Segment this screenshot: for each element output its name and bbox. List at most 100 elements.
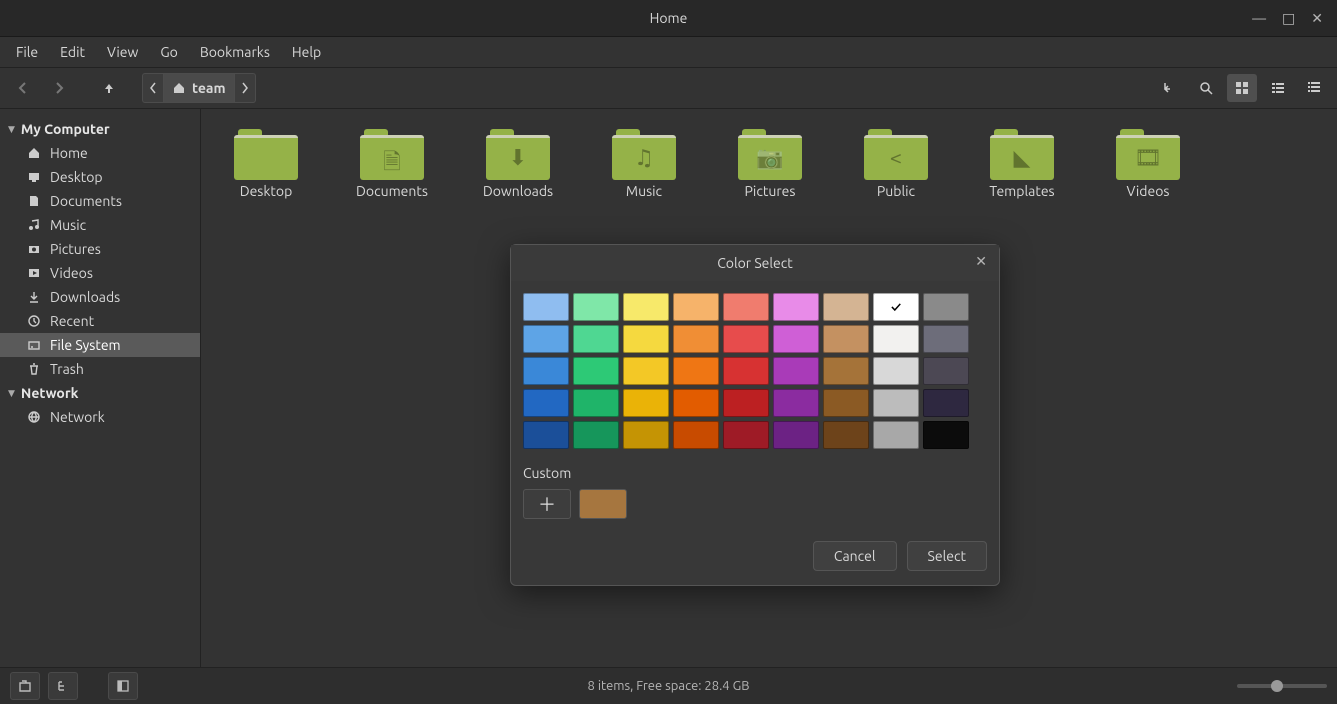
cancel-button[interactable]: Cancel (813, 541, 897, 571)
color-swatch[interactable] (873, 421, 919, 449)
color-swatch[interactable] (623, 389, 669, 417)
path-prev-button[interactable] (143, 74, 164, 102)
sidebar-item-label: Music (50, 217, 86, 233)
sidebar-header-mycomputer[interactable]: ▼ My Computer (0, 117, 200, 141)
compact-view-button[interactable] (1299, 74, 1329, 102)
minimize-button[interactable]: — (1252, 10, 1266, 26)
folder-desktop[interactable]: Desktop (219, 129, 313, 199)
color-swatch[interactable] (573, 357, 619, 385)
color-swatch[interactable] (523, 293, 569, 321)
color-swatch[interactable] (823, 421, 869, 449)
folder-downloads[interactable]: ⬇Downloads (471, 129, 565, 199)
sidebar-item-trash[interactable]: Trash (0, 357, 200, 381)
sidebar-item-pictures[interactable]: Pictures (0, 237, 200, 261)
color-swatch[interactable] (873, 357, 919, 385)
color-swatch[interactable] (523, 357, 569, 385)
folder-music[interactable]: ♫Music (597, 129, 691, 199)
folder-videos[interactable]: 🎞Videos (1101, 129, 1195, 199)
select-button[interactable]: Select (907, 541, 987, 571)
color-swatch[interactable] (823, 325, 869, 353)
color-swatch[interactable] (623, 421, 669, 449)
sidebar-item-filesystem[interactable]: File System (0, 333, 200, 357)
color-swatch[interactable] (773, 357, 819, 385)
maximize-button[interactable]: □ (1282, 10, 1295, 27)
folder-templates[interactable]: ◣Templates (975, 129, 1069, 199)
path-next-button[interactable] (235, 74, 255, 102)
sidebar-item-network[interactable]: Network (0, 405, 200, 429)
sidebar-item-home[interactable]: Home (0, 141, 200, 165)
menu-edit[interactable]: Edit (50, 40, 95, 64)
custom-color-swatch[interactable] (579, 489, 627, 519)
color-swatch[interactable] (823, 357, 869, 385)
folder-documents[interactable]: 🗎Documents (345, 129, 439, 199)
color-swatch[interactable] (923, 325, 969, 353)
menu-view[interactable]: View (97, 40, 148, 64)
color-swatch[interactable] (523, 325, 569, 353)
color-swatch[interactable] (523, 389, 569, 417)
color-swatch[interactable] (723, 421, 769, 449)
folder-label: Public (877, 183, 915, 199)
folder-icon: 📷 (738, 129, 802, 177)
color-swatch[interactable] (773, 421, 819, 449)
color-swatch[interactable] (873, 293, 919, 321)
toggle-location-button[interactable] (1155, 74, 1185, 102)
color-swatch[interactable] (673, 421, 719, 449)
path-crumb-team[interactable]: team (164, 74, 235, 102)
sidebar-item-music[interactable]: Music (0, 213, 200, 237)
color-swatch[interactable] (623, 293, 669, 321)
downloads-icon (26, 290, 42, 304)
color-swatch[interactable] (723, 357, 769, 385)
color-swatch[interactable] (823, 389, 869, 417)
add-custom-color-button[interactable]: ＋ (523, 489, 571, 519)
forward-button[interactable] (44, 74, 74, 102)
color-swatch[interactable] (673, 325, 719, 353)
menu-help[interactable]: Help (282, 40, 331, 64)
color-swatch[interactable] (673, 357, 719, 385)
color-swatch[interactable] (773, 325, 819, 353)
color-swatch[interactable] (573, 421, 619, 449)
color-swatch[interactable] (573, 389, 619, 417)
close-button[interactable]: ✕ (1311, 10, 1323, 27)
color-swatch[interactable] (923, 357, 969, 385)
menu-go[interactable]: Go (150, 40, 187, 64)
color-swatch[interactable] (623, 357, 669, 385)
documents-icon (26, 194, 42, 208)
color-swatch[interactable] (773, 293, 819, 321)
color-swatch[interactable] (923, 389, 969, 417)
icon-view-button[interactable] (1227, 74, 1257, 102)
color-swatch[interactable] (673, 389, 719, 417)
color-swatch[interactable] (873, 325, 919, 353)
color-swatch[interactable] (723, 389, 769, 417)
sidebar-item-label: Desktop (50, 169, 103, 185)
sidebar-item-label: Documents (50, 193, 122, 209)
color-swatch[interactable] (573, 293, 619, 321)
color-swatch[interactable] (573, 325, 619, 353)
dialog-close-button[interactable]: ✕ (975, 253, 987, 270)
up-button[interactable] (94, 74, 124, 102)
sidebar-item-documents[interactable]: Documents (0, 189, 200, 213)
color-swatch[interactable] (673, 293, 719, 321)
color-swatch[interactable] (723, 293, 769, 321)
color-swatch[interactable] (823, 293, 869, 321)
color-swatch[interactable] (523, 421, 569, 449)
folder-pictures[interactable]: 📷Pictures (723, 129, 817, 199)
zoom-slider[interactable] (1237, 684, 1327, 688)
color-swatch[interactable] (723, 325, 769, 353)
sidebar-item-downloads[interactable]: Downloads (0, 285, 200, 309)
list-view-button[interactable] (1263, 74, 1293, 102)
color-swatch[interactable] (923, 293, 969, 321)
color-swatch[interactable] (873, 389, 919, 417)
menu-file[interactable]: File (6, 40, 48, 64)
sidebar-item-videos[interactable]: Videos (0, 261, 200, 285)
search-button[interactable] (1191, 74, 1221, 102)
color-swatch[interactable] (923, 421, 969, 449)
color-swatch[interactable] (623, 325, 669, 353)
sidebar-item-recent[interactable]: Recent (0, 309, 200, 333)
menu-bookmarks[interactable]: Bookmarks (190, 40, 280, 64)
color-swatch[interactable] (773, 389, 819, 417)
sidebar-item-desktop[interactable]: Desktop (0, 165, 200, 189)
folder-label: Desktop (240, 183, 293, 199)
folder-public[interactable]: <Public (849, 129, 943, 199)
sidebar-header-network[interactable]: ▼ Network (0, 381, 200, 405)
back-button[interactable] (8, 74, 38, 102)
